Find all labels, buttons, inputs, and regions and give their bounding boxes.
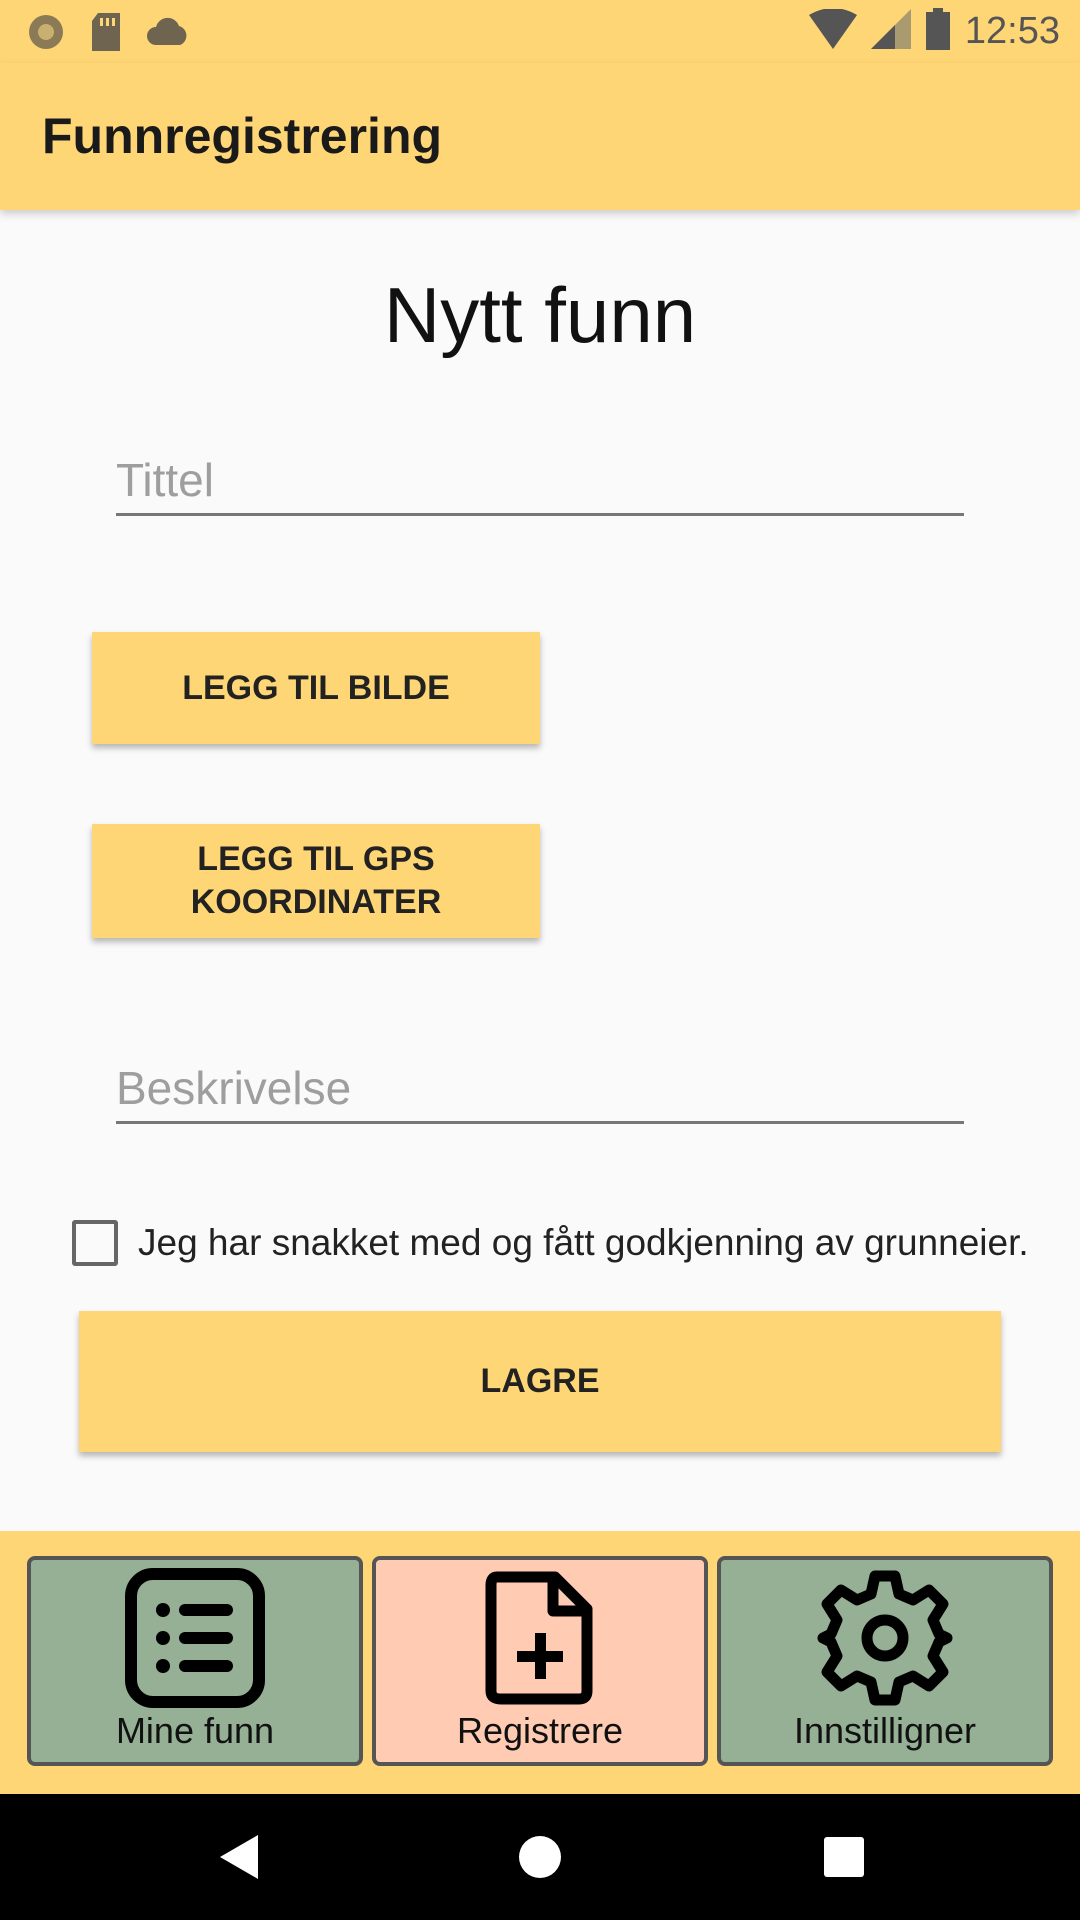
nav-label-registrere: Registrere [456, 1710, 624, 1751]
nav-item-registrere[interactable]: Registrere [372, 1556, 708, 1766]
list-icon [125, 1568, 265, 1708]
nav-item-mine-funn[interactable]: Mine funn [27, 1556, 363, 1766]
consent-row[interactable]: Jeg har snakket med og fått godkjenning … [72, 1220, 1029, 1266]
sd-card-icon [90, 13, 122, 56]
home-icon[interactable] [500, 1794, 580, 1920]
gear-icon [815, 1568, 955, 1708]
add-image-button[interactable]: LEGG TIL BILDE [92, 632, 540, 744]
bottom-nav: Mine funn Registrere Innstilligner [0, 1531, 1080, 1794]
signal-icon [870, 9, 911, 54]
cloud-icon [146, 17, 190, 52]
consent-label: Jeg har snakket med og fått godkjenning … [138, 1222, 1029, 1263]
battery-icon [925, 8, 951, 55]
add-document-icon [485, 1568, 595, 1708]
status-bar-left [26, 12, 190, 57]
wifi-icon [808, 8, 857, 54]
status-bar: 12:53 [0, 0, 1080, 63]
save-button[interactable]: LAGRE [79, 1311, 1001, 1452]
add-gps-button[interactable]: LEGG TIL GPS KOORDINATER [92, 824, 540, 938]
consent-checkbox[interactable] [72, 1220, 118, 1266]
nav-item-innstillinger[interactable]: Innstilligner [717, 1556, 1053, 1766]
system-nav-bar [0, 1794, 1080, 1920]
status-time: 12:53 [964, 10, 1060, 52]
status-bar-right: 12:53 [808, 8, 1060, 55]
app-title: Funnregistrering [42, 108, 443, 164]
description-input[interactable] [116, 1054, 964, 1124]
app-bar: Funnregistrering [0, 63, 1080, 210]
nav-label-innstillinger: Innstilligner [793, 1710, 977, 1751]
page-title: Nytt funn [383, 271, 697, 359]
title-input[interactable] [116, 446, 964, 516]
recents-icon[interactable] [804, 1794, 884, 1920]
record-icon [26, 12, 66, 57]
nav-label-mine-funn: Mine funn [115, 1710, 275, 1751]
back-icon[interactable] [200, 1794, 280, 1920]
